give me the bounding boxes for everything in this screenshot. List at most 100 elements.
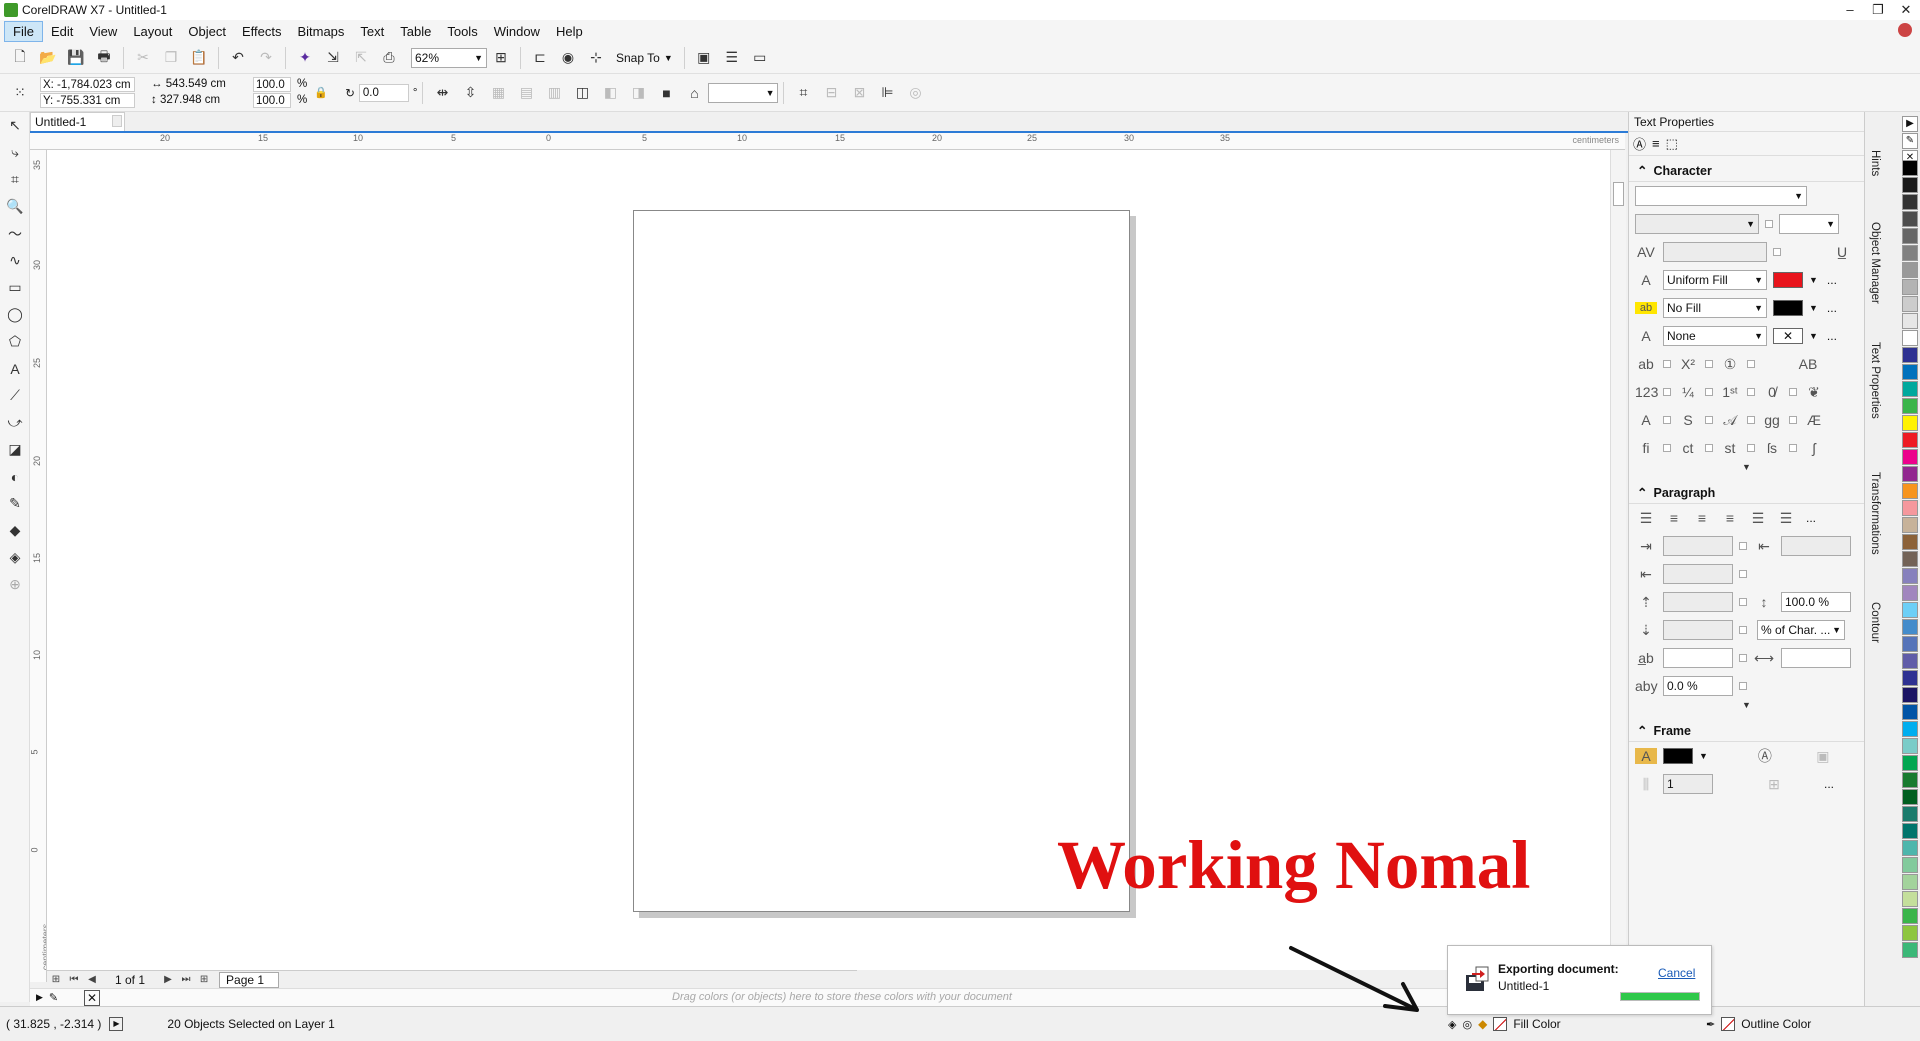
more-options-button[interactable]: ... [1824,301,1840,315]
color-swatch[interactable] [1902,908,1918,924]
all-caps-icon[interactable]: AB [1797,356,1819,372]
show-grid-icon[interactable]: ◉ [557,47,579,69]
fill-type-select[interactable]: Uniform Fill ▼ [1663,270,1767,290]
outline-width-select[interactable]: ▼ [708,82,779,103]
zoom-tool-icon[interactable]: 🔍 [0,193,30,220]
background-fill-swatch[interactable] [1773,300,1803,316]
cancel-export-link[interactable]: Cancel [1658,966,1695,980]
frame-text-icon[interactable]: Ⓐ [1754,746,1776,766]
color-swatch[interactable] [1902,347,1918,363]
artistic-media-icon[interactable]: ∿ [0,247,30,274]
before-spacing-input[interactable] [1663,592,1733,612]
next-page-icon[interactable]: ▶ [161,974,175,985]
menu-effects[interactable]: Effects [234,22,290,41]
lock-ratio-icon[interactable]: 🔒 [310,82,332,104]
y-position-field[interactable]: Y: -755.331 cm [40,92,135,108]
color-swatch[interactable] [1902,704,1918,720]
group-icon[interactable]: ▦ [487,82,509,104]
page-area[interactable] [633,210,1130,912]
eyedropper-icon[interactable]: ✎ [49,991,58,1004]
font-size-select[interactable]: ▼ [1779,214,1839,234]
color-swatch[interactable] [1902,551,1918,567]
character-section-header[interactable]: ⌃ Character [1629,160,1864,182]
more-options-button[interactable]: ... [1821,777,1837,791]
zoom-level-select[interactable]: 62% ▼ [411,47,487,68]
align-right-icon[interactable]: ≡ [1719,510,1741,526]
tab-hints[interactable]: Hints [1869,150,1881,176]
tab-object-manager[interactable]: Object Manager [1869,222,1881,304]
add-page-icon[interactable]: ⊞ [49,974,63,985]
frame-section-header[interactable]: ⌃ Frame [1629,720,1864,742]
export-icon[interactable]: ⇱ [350,47,372,69]
word-spacing-input[interactable] [1781,648,1851,668]
fractions-icon[interactable]: ¼ [1677,384,1699,400]
swash-icon[interactable]: S [1677,412,1699,428]
frame-options-icon[interactable]: ▣ [1812,748,1834,765]
color-swatch[interactable] [1902,653,1918,669]
color-swatch[interactable] [1902,772,1918,788]
color-swatch[interactable] [1902,398,1918,414]
text-tool-icon[interactable]: A [0,355,30,382]
justify-icon[interactable]: ☰ [1747,510,1769,527]
distribute-icon[interactable]: ⊠ [848,82,870,104]
color-swatch[interactable] [1902,500,1918,516]
chevron-down-icon[interactable]: ▼ [1699,751,1708,761]
interactive-fill-icon[interactable]: ◆ [0,517,30,544]
color-swatch[interactable] [1902,942,1918,958]
add-tool-icon[interactable]: ⊕ [0,571,30,598]
color-swatch[interactable] [1902,789,1918,805]
menu-window[interactable]: Window [486,22,548,41]
frame-fill-swatch[interactable] [1663,748,1693,764]
parallel-dimension-icon[interactable]: ⟋ [0,382,30,409]
combine-icon[interactable]: ■ [655,82,677,104]
x-position-field[interactable]: X: -1,784.023 cm [40,76,135,92]
scale-x-field[interactable]: 100.0 [253,76,291,92]
show-guidelines-icon[interactable]: ⊹ [585,47,607,69]
historical-icon[interactable]: Æ [1803,412,1825,428]
pick-tool-icon[interactable]: ↖ [0,112,30,139]
color-swatch[interactable] [1902,160,1918,176]
tab-text-properties[interactable]: Text Properties [1869,342,1881,419]
save-icon[interactable]: 💾 [65,47,87,69]
copy-icon[interactable]: ❐ [160,47,182,69]
character-mode-icon[interactable]: Ⓐ [1633,134,1646,153]
eyedropper-icon[interactable]: ✎ [0,490,30,517]
color-swatch[interactable] [1902,755,1918,771]
color-palette[interactable] [1902,160,1920,970]
color-swatch[interactable] [1902,279,1918,295]
text-fill-swatch[interactable] [1773,272,1803,288]
align-distribute-icon[interactable]: ⊫ [876,82,898,104]
ornaments-icon[interactable]: ❦ [1803,384,1825,401]
color-swatch[interactable] [1902,534,1918,550]
polygon-tool-icon[interactable]: ⬠ [0,328,30,355]
numerals-icon[interactable]: 123 [1635,384,1658,400]
tab-contour[interactable]: Contour [1869,602,1881,643]
color-swatch[interactable] [1902,194,1918,210]
palette-expand-icon[interactable]: ▶ [36,992,43,1003]
color-swatch[interactable] [1902,687,1918,703]
color-swatch[interactable] [1902,738,1918,754]
language-spacing-input[interactable]: 0.0 % [1663,676,1733,696]
import-icon[interactable]: ⇲ [322,47,344,69]
right-indent-input[interactable] [1663,564,1733,584]
color-swatch[interactable] [1902,517,1918,533]
freehand-tool-icon[interactable]: 〜 [0,220,30,247]
color-swatch[interactable] [1902,177,1918,193]
force-justify-icon[interactable]: ☰ [1775,510,1797,527]
color-swatch[interactable] [1902,228,1918,244]
slashed-zero-icon[interactable]: 0̸ [1761,384,1783,400]
underline-icon[interactable]: U̲ [1831,244,1853,260]
font-family-select[interactable]: ▼ [1635,186,1807,206]
more-options-button[interactable]: ... [1803,511,1819,525]
eyedropper-icon[interactable]: ✎ [1902,133,1918,149]
intersect-icon[interactable]: ◨ [627,82,649,104]
color-swatch[interactable] [1902,568,1918,584]
menu-table[interactable]: Table [392,22,439,41]
transparency-tool-icon[interactable]: ◐ [0,463,30,490]
ungroup-all-icon[interactable]: ▥ [543,82,565,104]
cut-icon[interactable]: ✂ [132,47,154,69]
chevron-down-icon[interactable]: ▼ [1809,303,1818,313]
paragraph-mode-icon[interactable]: ≡ [1652,136,1660,151]
menu-view[interactable]: View [81,22,125,41]
ordinal-icon[interactable]: ① [1719,356,1741,373]
